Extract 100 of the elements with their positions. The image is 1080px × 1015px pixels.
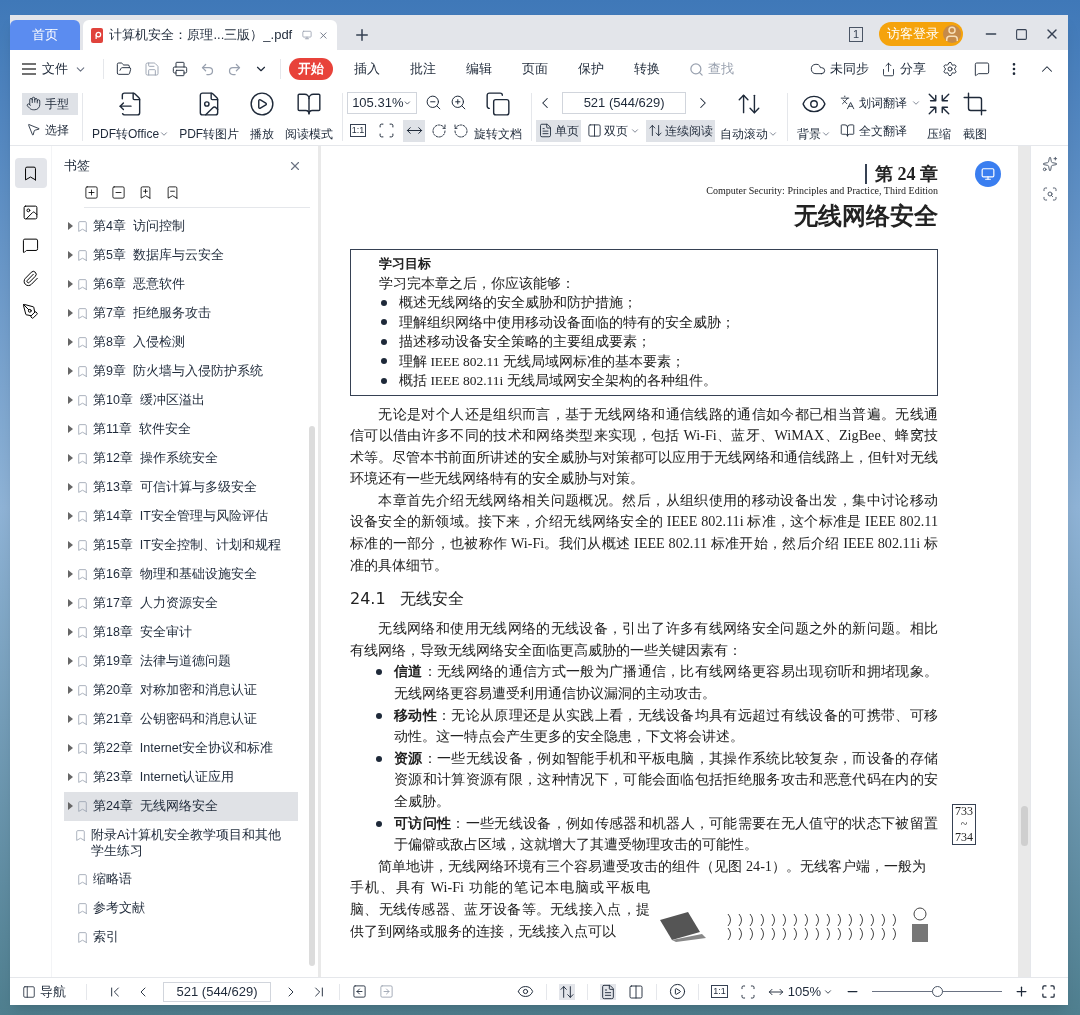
page-view-button[interactable]: 双页 [585,119,643,142]
fullscreen-icon[interactable] [1041,984,1056,999]
double-page-icon[interactable] [628,983,645,1000]
rotate-counterclockwise-icon[interactable] [453,122,470,139]
single-page-icon[interactable] [600,983,617,1000]
bookmark-item[interactable]: 附录A计算机安全教学项目和其他学生练习 [64,821,298,865]
bookmark-item[interactable]: 第15章 IT安全控制、计划和规程 [64,531,298,560]
bookmark-item[interactable]: 第23章 Internet认证应用 [64,763,298,792]
bookmark-item[interactable]: 第9章 防火墙与入侵防护系统 [64,357,298,386]
bookmark-item[interactable]: 第20章 对称加密和消息认证 [64,676,298,705]
zoom-out-icon[interactable] [425,94,443,111]
page-number-field[interactable]: 521 (544/629) [562,91,687,114]
bookmark-item[interactable]: 第19章 法律与道德问题 [64,647,298,676]
word-translate-button[interactable]: 划词翻译 [840,91,922,114]
open-folder-icon[interactable] [116,61,132,77]
comment-icon[interactable] [22,237,39,254]
zoom-dropdown[interactable]: 105% [787,981,833,1002]
hand-tool-button[interactable]: 手型 [22,92,78,115]
remove-bookmark-icon[interactable] [165,185,180,200]
bookmarks-tab[interactable] [14,158,47,188]
toolbar-button[interactable]: 播放 [244,90,281,143]
redo-icon[interactable] [227,61,242,77]
select-tool-button[interactable]: 选择 [22,118,78,141]
ribbon-tab[interactable]: 页面 [513,58,557,80]
body-paragraph: 无线网络和使用无线网络的无线设备，引出了许多有线网络安全问题之外的新问题。相比有线网络，导致无线网络安全面临更高威胁的一些关键因素有： [350,619,938,660]
back-icon[interactable] [352,984,367,999]
fit-page-icon [377,122,395,139]
window-count-indicator[interactable]: 1 [848,27,863,42]
bookmark-item[interactable]: 第17章 人力资源安全 [64,589,298,618]
toolbar-button[interactable]: PDF转图片 [174,90,245,143]
settings-icon[interactable] [942,61,958,77]
ribbon-tab[interactable]: 转换 [625,58,669,80]
bookmark-icon [76,423,89,436]
bookmark-item[interactable]: 第22章 Internet安全协议和标准 [64,734,298,763]
rotate-document-button[interactable]: 旋转文档 [469,90,528,143]
share-button[interactable]: 分享 [881,59,926,79]
paperclip-icon[interactable] [22,270,39,287]
full-translate-button[interactable]: 全文翻译 [840,119,922,142]
zoom-in-icon[interactable] [1014,984,1029,999]
page-view-button[interactable]: 连续阅读 [646,119,716,142]
bookmark-item[interactable]: 第21章 公钥密码和消息认证 [64,705,298,734]
bookmark-item[interactable]: 第14章 IT安全管理与风险评估 [64,502,298,531]
bookmark-item[interactable]: 第4章 访问控制 [64,212,298,241]
close-icon[interactable] [288,159,302,173]
bookmark-item[interactable]: 第18章 安全审计 [64,618,298,647]
zoom-in-icon[interactable] [450,94,468,111]
bookmark-item[interactable]: 参考文献 [64,894,298,923]
maximize-icon[interactable] [1015,28,1028,41]
document-tab[interactable]: 计算机安全：原理...三版）_.pdf [83,20,337,50]
search-icon[interactable] [1041,186,1058,202]
file-menu[interactable]: 文件 [22,59,95,79]
toolbar-button[interactable]: 阅读模式 [280,90,339,143]
fit-mode-button[interactable] [403,119,426,142]
eye-icon[interactable] [517,983,535,1000]
bookmark-item[interactable]: 第5章 数据库与云安全 [64,241,298,270]
page-view-button[interactable]: 单页 [536,119,582,142]
navigation-button[interactable]: 导航 [22,981,66,1002]
search-field[interactable]: 查找 [708,59,758,79]
zoom-field[interactable]: 105.31% [347,91,418,114]
bookmark-item[interactable]: 第8章 入侵检测 [64,328,298,357]
image-icon[interactable] [22,204,39,221]
screenshot-button[interactable]: 截图 [957,90,994,143]
ribbon-tab[interactable]: 开始 [289,58,333,80]
continuous-icon[interactable] [559,983,576,1000]
comment-icon[interactable] [974,61,990,77]
print-icon[interactable] [172,61,188,77]
slider-thumb[interactable] [932,986,943,997]
bookmark-item[interactable]: 第11章 软件安全 [64,415,298,444]
sync-status-button[interactable]: 未同步 [810,59,869,79]
bookmark-item[interactable]: 第7章 拒绝服务攻击 [64,299,298,328]
fit-mode-button[interactable]: 1:1 [347,119,370,142]
add-bookmark-icon[interactable] [138,185,153,200]
actual-size-button[interactable]: 1:1 [711,985,728,998]
compress-button[interactable]: 压缩 [921,90,958,143]
bookmark-item[interactable]: 缩略语 [64,865,298,894]
bookmark-item[interactable]: 第13章 可信计算与多级安全 [64,473,298,502]
bookmark-item[interactable]: 第16章 物理和基础设施安全 [64,560,298,589]
bookmark-item[interactable]: 第12章 操作系统安全 [64,444,298,473]
sparkle-icon[interactable] [1041,156,1058,172]
ribbon-tab[interactable]: 编辑 [457,58,501,80]
undo-icon[interactable] [200,61,215,77]
zoom-slider[interactable] [872,985,1002,998]
new-tab-icon[interactable] [353,26,371,44]
page-number-field[interactable]: 521 (544/629) [163,981,271,1002]
auto-scroll-button[interactable]: 自动滚动 [715,90,784,143]
rotate-clockwise-icon[interactable] [431,122,448,139]
bookmark-item[interactable]: 第10章 缓冲区溢出 [64,386,298,415]
fit-page-icon[interactable] [739,983,756,1000]
ribbon-tab[interactable]: 批注 [401,58,445,80]
play-icon[interactable] [669,983,687,1000]
bookmark-item[interactable]: 第24章 无线网络安全 [64,792,298,821]
bookmark-item[interactable]: 第6章 恶意软件 [64,270,298,299]
collapse-all-icon[interactable] [111,185,126,200]
bookmark-item[interactable]: 索引 [64,923,298,952]
toolbar-button[interactable]: PDF转Office [87,90,175,143]
background-button[interactable]: 背景 [792,90,837,143]
ribbon-tab[interactable]: 插入 [345,58,389,80]
pen-icon[interactable] [22,303,39,320]
expand-all-icon[interactable] [84,185,99,200]
ribbon-tab[interactable]: 保护 [569,58,613,80]
